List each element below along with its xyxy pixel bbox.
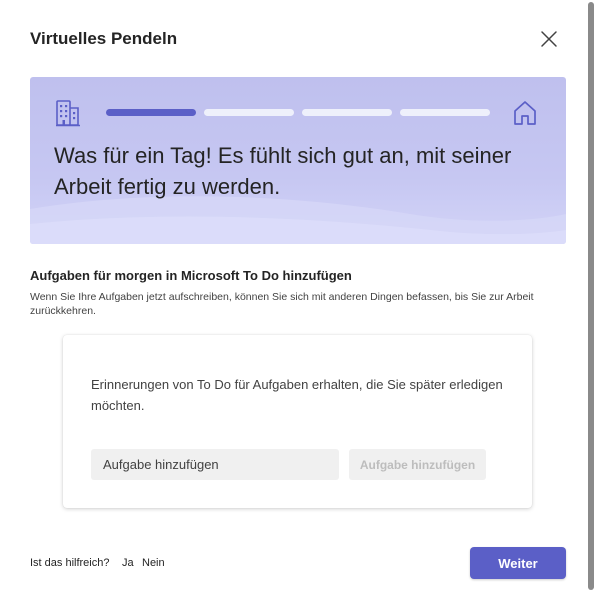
progress-step-1 [106, 109, 196, 116]
dialog-title: Virtuelles Pendeln [30, 29, 178, 48]
section-title: Aufgaben für morgen in Microsoft To Do h… [30, 268, 352, 283]
helpful-question: Ist das hilfreich? [30, 557, 110, 569]
scrollbar-thumb[interactable] [588, 2, 594, 590]
todo-card: Erinnerungen von To Do für Aufgaben erha… [63, 335, 532, 508]
progress-step-3 [302, 109, 392, 116]
task-input[interactable] [91, 449, 339, 480]
progress-step-2 [204, 109, 294, 116]
next-button[interactable]: Weiter [470, 547, 566, 579]
section-description: Wenn Sie Ihre Aufgaben jetzt aufschreibe… [30, 291, 534, 317]
todo-card-text: Erinnerungen von To Do für Aufgaben erha… [91, 377, 503, 413]
close-button[interactable] [538, 28, 560, 50]
virtual-commute-dialog: Virtuelles Pendeln Was für ein Tag! Es f… [0, 0, 585, 595]
banner-message: Was für ein Tag! Es fühlt sich gut an, m… [54, 143, 512, 199]
home-icon [514, 101, 536, 125]
progress-step-4 [400, 109, 490, 116]
helpful-no-link[interactable]: Nein [142, 557, 165, 569]
building-icon [56, 100, 80, 127]
close-icon [541, 31, 557, 47]
scrollbar[interactable] [585, 0, 597, 595]
commute-banner: Was für ein Tag! Es fühlt sich gut an, m… [30, 77, 566, 244]
add-task-button[interactable]: Aufgabe hinzufügen [349, 449, 486, 480]
helpful-yes-link[interactable]: Ja [122, 557, 134, 569]
